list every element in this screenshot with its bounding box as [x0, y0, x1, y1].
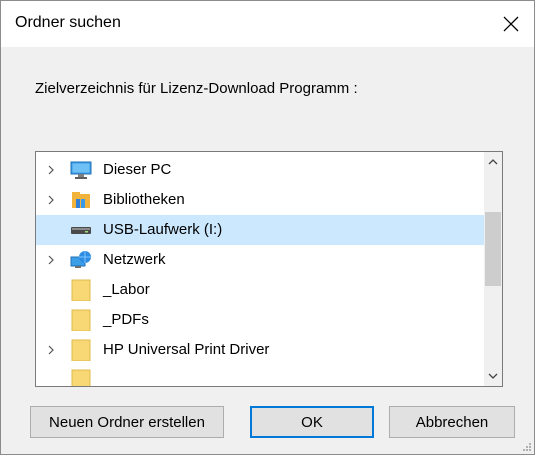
folder-icon	[71, 279, 91, 301]
tree-item-label: Bibliotheken	[103, 191, 185, 208]
scroll-thumb[interactable]	[485, 212, 501, 286]
resize-grip-icon[interactable]	[522, 442, 532, 452]
tree-item-partial[interactable]	[36, 365, 484, 386]
chevron-right-icon[interactable]	[44, 253, 58, 267]
vertical-scrollbar[interactable]	[484, 152, 502, 386]
tree-item-label: Dieser PC	[103, 161, 172, 178]
tree-item-label: Netzwerk	[103, 251, 166, 268]
scroll-down-button[interactable]	[484, 366, 502, 386]
tree-item-pdfs[interactable]: _PDFs	[36, 305, 484, 335]
scroll-up-button[interactable]	[484, 152, 502, 172]
dialog-title: Ordner suchen	[15, 14, 121, 31]
chevron-right-icon[interactable]	[44, 343, 58, 357]
folder-icon	[71, 369, 91, 386]
dialog-description: Zielverzeichnis für Lizenz-Download Prog…	[35, 80, 358, 97]
cancel-button[interactable]: Abbrechen	[389, 406, 515, 438]
chevron-right-icon[interactable]	[44, 163, 58, 177]
folder-icon	[71, 309, 91, 331]
network-icon	[70, 251, 91, 268]
close-button[interactable]	[488, 1, 534, 47]
folder-icon	[71, 339, 91, 361]
usb-drive-icon	[71, 227, 91, 234]
tree-item-label: _PDFs	[103, 311, 149, 328]
close-icon	[503, 16, 519, 32]
folder-tree[interactable]: Dieser PC Bibliotheken USB-Laufwerk (I:)	[35, 151, 503, 387]
title-bar: Ordner suchen	[1, 1, 534, 47]
chevron-up-icon	[488, 159, 498, 165]
tree-item-label: USB-Laufwerk (I:)	[103, 221, 223, 238]
tree-item-label: _Labor	[103, 281, 150, 298]
computer-icon	[70, 161, 92, 179]
chevron-down-icon	[488, 373, 498, 379]
folder-browse-dialog: Ordner suchen Zielverzeichnis für Lizenz…	[0, 0, 535, 455]
chevron-right-icon[interactable]	[44, 193, 58, 207]
new-folder-button[interactable]: Neuen Ordner erstellen	[30, 406, 224, 438]
tree-item-netzwerk[interactable]: Netzwerk	[36, 245, 484, 275]
ok-button[interactable]: OK	[250, 406, 374, 438]
tree-item-usb-laufwerk[interactable]: USB-Laufwerk (I:)	[36, 215, 484, 245]
tree-item-labor[interactable]: _Labor	[36, 275, 484, 305]
tree-item-bibliotheken[interactable]: Bibliotheken	[36, 185, 484, 215]
tree-item-dieser-pc[interactable]: Dieser PC	[36, 155, 484, 185]
libraries-icon	[72, 192, 90, 208]
tree-item-label: HP Universal Print Driver	[103, 341, 270, 358]
tree-item-hp-universal-print-driver[interactable]: HP Universal Print Driver	[36, 335, 484, 365]
